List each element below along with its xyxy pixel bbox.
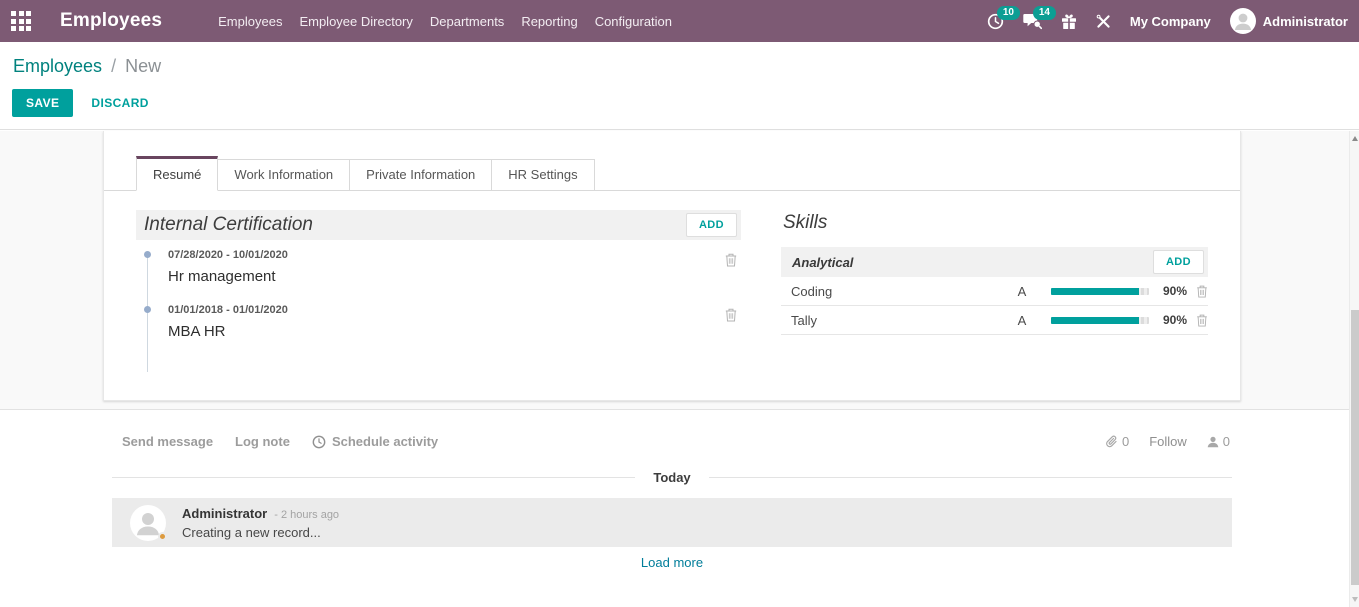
internal-certification-title: Internal Certification [144, 214, 313, 236]
chatter-message: Administrator - 2 hours ago Creating a n… [112, 498, 1232, 547]
activities-button[interactable]: 10 [987, 13, 1004, 30]
chatter: Send message Log note Schedule activity … [112, 411, 1232, 570]
company-switcher[interactable]: My Company [1130, 14, 1211, 29]
today-divider: Today [112, 470, 1232, 485]
certification-entry: 07/28/2020 - 10/01/2020 Hr management [136, 249, 741, 285]
load-more-link[interactable]: Load more [641, 555, 703, 570]
message-timestamp: - 2 hours ago [274, 509, 339, 521]
nav-item-employees[interactable]: Employees [218, 10, 282, 33]
followers-counter[interactable]: 0 [1207, 434, 1230, 449]
skill-name: Coding [781, 284, 997, 299]
save-button[interactable]: SAVE [12, 89, 73, 117]
today-label: Today [653, 470, 690, 485]
skills-column: Skills Analytical ADD Coding A 90% [781, 210, 1208, 346]
vertical-scrollbar[interactable] [1349, 131, 1359, 607]
online-status-dot [158, 532, 167, 541]
top-navbar: Employees Employees Employee Directory D… [0, 0, 1359, 42]
tab-hr-settings[interactable]: HR Settings [491, 159, 594, 190]
skills-group-title: Analytical [789, 255, 853, 270]
delete-skill-icon[interactable] [1196, 285, 1208, 298]
message-author[interactable]: Administrator [182, 506, 267, 521]
user-avatar [1230, 8, 1256, 34]
skill-progress-bar [1051, 288, 1149, 295]
nav-item-departments[interactable]: Departments [430, 10, 504, 33]
tab-private-information[interactable]: Private Information [349, 159, 492, 190]
internal-certification-header: Internal Certification ADD [136, 210, 741, 240]
skill-level: A [997, 284, 1047, 299]
discard-button[interactable]: DISCARD [89, 89, 150, 117]
notebook-tabs: Resumé Work Information Private Informat… [104, 155, 1240, 191]
form-sheet: Resumé Work Information Private Informat… [103, 131, 1241, 401]
follower-person-icon [1207, 436, 1219, 448]
breadcrumb: Employees / New [13, 56, 161, 77]
timeline-dot [144, 251, 151, 258]
tab-resume[interactable]: Resumé [136, 156, 218, 191]
attachments-counter[interactable]: 0 [1105, 434, 1129, 449]
followers-count: 0 [1223, 434, 1230, 449]
message-text: Creating a new record... [182, 525, 339, 540]
log-note-button[interactable]: Log note [235, 434, 290, 449]
control-panel: Employees / New SAVE DISCARD [0, 42, 1359, 130]
app-title[interactable]: Employees [60, 10, 162, 32]
apps-menu-icon[interactable] [11, 11, 31, 31]
certification-dates: 07/28/2020 - 10/01/2020 [168, 249, 741, 261]
follow-button[interactable]: Follow [1149, 434, 1187, 449]
delete-certification-icon[interactable] [725, 308, 737, 325]
nav-item-configuration[interactable]: Configuration [595, 10, 672, 33]
user-menu[interactable]: Administrator [1230, 8, 1348, 34]
tools-icon [1096, 14, 1111, 29]
skill-percent: 90% [1155, 284, 1187, 298]
skill-row[interactable]: Coding A 90% [781, 277, 1208, 306]
skill-row[interactable]: Tally A 90% [781, 306, 1208, 335]
skills-title: Skills [783, 212, 1208, 234]
user-name: Administrator [1263, 14, 1348, 29]
scrollbar-down-arrow[interactable] [1352, 597, 1358, 602]
breadcrumb-current: New [125, 56, 161, 76]
form-area: Resumé Work Information Private Informat… [0, 131, 1359, 410]
skill-name: Tally [781, 313, 997, 328]
timeline-dot [144, 306, 151, 313]
certification-name[interactable]: MBA HR [168, 323, 741, 340]
paperclip-icon [1105, 435, 1118, 449]
developer-tools-button[interactable] [1096, 14, 1111, 29]
add-skill-button[interactable]: ADD [1153, 250, 1204, 274]
breadcrumb-separator: / [111, 56, 116, 76]
gift-icon [1061, 13, 1077, 30]
skill-level: A [997, 313, 1047, 328]
certification-entry: 01/01/2018 - 01/01/2020 MBA HR [136, 304, 741, 340]
delete-certification-icon[interactable] [725, 253, 737, 270]
rewards-button[interactable] [1061, 13, 1077, 30]
nav-item-employee-directory[interactable]: Employee Directory [299, 10, 412, 33]
tab-work-information[interactable]: Work Information [217, 159, 350, 190]
schedule-activity-button[interactable]: Schedule activity [312, 434, 438, 449]
scrollbar-thumb[interactable] [1351, 310, 1359, 585]
activities-badge: 10 [997, 6, 1020, 20]
schedule-clock-icon [312, 435, 326, 449]
messages-badge: 14 [1033, 6, 1056, 20]
attachments-count: 0 [1122, 434, 1129, 449]
schedule-activity-label: Schedule activity [332, 434, 438, 449]
resume-column: Internal Certification ADD 07/28/2020 - … [136, 210, 741, 346]
skill-percent: 90% [1155, 313, 1187, 327]
nav-menu: Employees Employee Directory Departments… [218, 10, 672, 33]
certification-dates: 01/01/2018 - 01/01/2020 [168, 304, 741, 316]
add-certification-button[interactable]: ADD [686, 213, 737, 237]
delete-skill-icon[interactable] [1196, 314, 1208, 327]
send-message-button[interactable]: Send message [122, 434, 213, 449]
skill-progress-fill [1051, 288, 1139, 295]
scrollbar-up-arrow[interactable] [1352, 136, 1358, 141]
certification-timeline: 07/28/2020 - 10/01/2020 Hr management 01… [136, 249, 741, 346]
skill-progress-bar [1051, 317, 1149, 324]
breadcrumb-parent[interactable]: Employees [13, 56, 102, 76]
skill-progress-fill [1051, 317, 1139, 324]
messages-button[interactable]: 14 [1023, 13, 1042, 30]
certification-name[interactable]: Hr management [168, 268, 741, 285]
skills-group-header: Analytical ADD [781, 247, 1208, 277]
nav-item-reporting[interactable]: Reporting [521, 10, 577, 33]
